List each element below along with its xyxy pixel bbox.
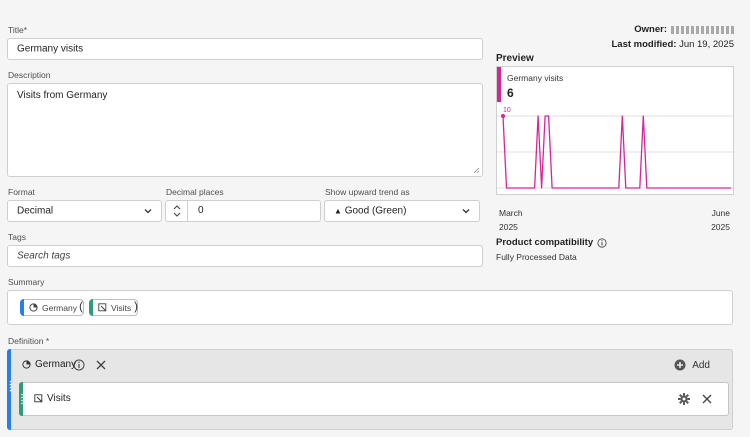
- trend-select-value: ▲ Good (Green): [334, 206, 406, 217]
- owner-name-redacted: [671, 25, 734, 34]
- title-required-mark: *: [23, 25, 28, 35]
- add-button[interactable]: Add: [674, 359, 710, 371]
- y-tick-label: 10: [503, 107, 511, 114]
- metric-icon: [34, 394, 43, 403]
- title-label-text: Title: [8, 25, 24, 35]
- segment-color-bar: [20, 299, 24, 316]
- trend-value-text: Good (Green): [344, 205, 407, 217]
- metric-icon: [98, 303, 107, 312]
- title-input[interactable]: Germany visits: [7, 38, 483, 60]
- metric-drag-handle[interactable]: [20, 393, 24, 409]
- format-select-value: Decimal: [17, 205, 54, 217]
- tags-input[interactable]: Search tags: [7, 245, 483, 267]
- definition-segment-name: Germany: [35, 359, 77, 370]
- definition-container: Germany Add Visits: [7, 349, 733, 430]
- summary-box: Germany ( Visits ): [7, 290, 733, 325]
- decimal-places-value: 0: [198, 205, 204, 216]
- owner-line: Owner:: [634, 24, 734, 35]
- remove-segment-close-icon[interactable]: [96, 360, 106, 370]
- definition-metric-name: Visits: [47, 393, 71, 404]
- summary-metric-label: Visits: [111, 302, 132, 313]
- segment-drag-handle[interactable]: [9, 380, 12, 392]
- chevron-down-icon: [144, 209, 152, 214]
- preview-accent-bar: [497, 67, 501, 102]
- segment-icon: [22, 360, 31, 369]
- definition-label: Definition *: [8, 336, 49, 346]
- series-point-marker: [501, 114, 505, 118]
- preview-metric-value: 6: [507, 86, 514, 100]
- stepper-down-icon[interactable]: [173, 212, 181, 218]
- description-value: Visits from Germany: [17, 90, 108, 101]
- preview-chart: 10: [497, 107, 733, 189]
- segment-icon: [29, 303, 38, 312]
- preview-heading: Preview: [496, 53, 534, 64]
- last-modified-value: Jun 19, 2025: [679, 39, 734, 50]
- info-icon[interactable]: [73, 359, 85, 371]
- description-textarea[interactable]: Visits from Germany: [7, 83, 483, 177]
- remove-metric-close-icon[interactable]: [702, 394, 712, 404]
- stepper-up-icon[interactable]: [173, 204, 181, 210]
- x-tick-june: June 2025: [711, 206, 730, 234]
- owner-label: Owner:: [634, 24, 667, 35]
- x-tick-march-month: March: [499, 208, 523, 218]
- preview-card: Germany visits 6 10: [496, 66, 734, 195]
- last-modified-line: Last modified: Jun 19, 2025: [612, 39, 735, 50]
- last-modified-label: Last modified:: [611, 39, 677, 50]
- gear-icon[interactable]: [678, 393, 690, 405]
- x-tick-june-month: June: [711, 208, 730, 218]
- summary-label: Summary: [8, 277, 45, 287]
- x-tick-june-year: 2025: [711, 222, 730, 232]
- title-input-value: Germany visits: [17, 43, 84, 55]
- title-label: Title*: [8, 25, 27, 35]
- stepper-buttons[interactable]: [166, 201, 188, 221]
- definition-required-mark: *: [45, 336, 50, 346]
- definition-metric-label: Visits: [34, 393, 71, 404]
- summary-segment-label: Germany: [42, 302, 77, 313]
- product-compat-heading: Product compatibility: [496, 237, 607, 248]
- add-button-label: Add: [692, 359, 710, 371]
- chevron-down-icon: [462, 209, 470, 214]
- description-label: Description: [8, 70, 51, 80]
- paren-open: (: [79, 299, 83, 313]
- definition-metric-row[interactable]: Visits: [19, 382, 729, 416]
- definition-label-text: Definition: [8, 336, 44, 346]
- trend-select[interactable]: ▲ Good (Green): [324, 200, 480, 222]
- tags-placeholder: Search tags: [17, 250, 71, 262]
- trend-label: Show upward trend as: [325, 187, 410, 197]
- trend-up-icon: ▲: [334, 206, 342, 216]
- summary-metric-chip[interactable]: Visits: [89, 299, 139, 316]
- format-label: Format: [8, 187, 35, 197]
- summary-segment-chip[interactable]: Germany: [20, 299, 84, 316]
- decimal-places-stepper[interactable]: 0: [165, 200, 321, 222]
- x-tick-march: March 2025: [499, 206, 523, 234]
- paren-close: ): [134, 299, 138, 313]
- format-select[interactable]: Decimal: [7, 200, 162, 222]
- info-icon[interactable]: [597, 237, 607, 248]
- add-circle-icon: [674, 359, 686, 371]
- resize-handle-icon[interactable]: [473, 167, 480, 174]
- product-compat-value: Fully Processed Data: [496, 252, 577, 262]
- metric-color-bar: [89, 299, 93, 316]
- preview-metric-name: Germany visits: [507, 73, 564, 83]
- tags-label: Tags: [8, 232, 26, 242]
- definition-segment-header: Germany: [22, 359, 76, 370]
- x-tick-march-year: 2025: [499, 222, 518, 232]
- decimal-places-label: Decimal places: [166, 187, 224, 197]
- product-compat-label: Product compatibility: [496, 237, 594, 248]
